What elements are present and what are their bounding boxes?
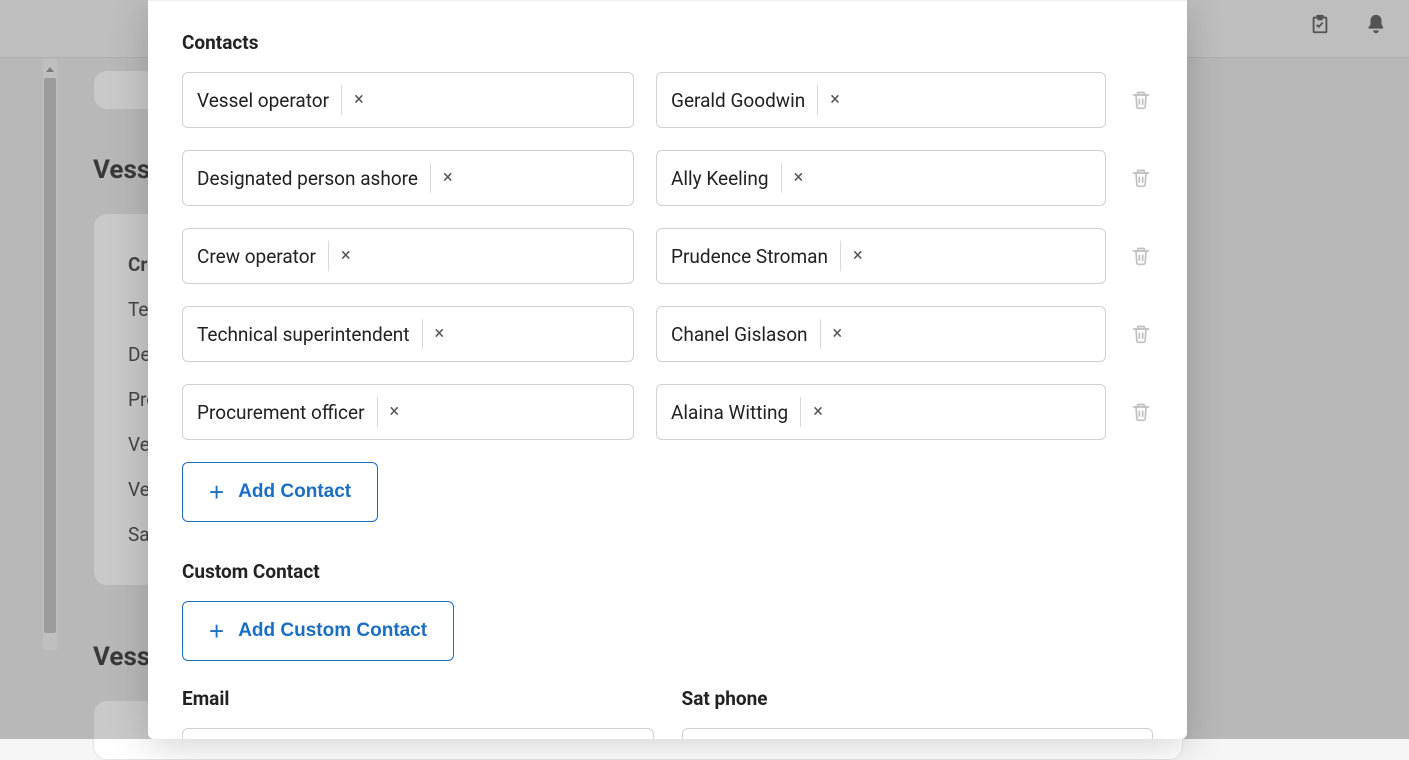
contact-person-select[interactable]: Prudence Stroman × [656,228,1106,284]
token-separator [377,397,378,427]
contact-row: Procurement officer × Alaina Witting × [182,384,1153,440]
contact-role-value: Technical superintendent [197,323,410,346]
token-separator [328,241,329,271]
token-separator [430,163,431,193]
clear-person-icon[interactable]: × [792,169,806,187]
clear-person-icon[interactable]: × [831,325,845,343]
contact-row: Crew operator × Prudence Stroman × [182,228,1153,284]
contact-person-value: Gerald Goodwin [671,89,805,112]
token-separator [820,319,821,349]
sat-phone-label: Sat phone [682,687,1154,710]
token-separator [800,397,801,427]
contact-person-select[interactable]: Gerald Goodwin × [656,72,1106,128]
clear-role-icon[interactable]: × [339,247,353,265]
contact-role-select[interactable]: Technical superintendent × [182,306,634,362]
contact-role-value: Vessel operator [197,89,329,112]
contact-role-value: Crew operator [197,245,316,268]
clear-role-icon[interactable]: × [441,169,455,187]
contact-person-select[interactable]: Alaina Witting × [656,384,1106,440]
add-contact-button[interactable]: + Add Contact [182,462,378,522]
contact-row: Designated person ashore × Ally Keeling × [182,150,1153,206]
clear-role-icon[interactable]: × [352,91,366,109]
contact-role-value: Designated person ashore [197,167,418,190]
contact-person-value: Ally Keeling [671,167,769,190]
clear-person-icon[interactable]: × [828,91,842,109]
token-separator [817,85,818,115]
email-input[interactable] [182,728,654,739]
clear-role-icon[interactable]: × [433,325,447,343]
contact-person-select[interactable]: Chanel Gislason × [656,306,1106,362]
edit-contacts-modal: Contacts Vessel operator × Gerald Goodwin ×… [148,0,1187,739]
contact-person-value: Alaina Witting [671,401,788,424]
delete-contact-button[interactable] [1128,167,1153,189]
add-custom-contact-button[interactable]: + Add Custom Contact [182,601,454,661]
delete-contact-button[interactable] [1128,401,1153,423]
contact-role-select[interactable]: Designated person ashore × [182,150,634,206]
delete-contact-button[interactable] [1128,245,1153,267]
contact-person-select[interactable]: Ally Keeling × [656,150,1106,206]
plus-icon: + [209,618,224,644]
token-separator [422,319,423,349]
clear-person-icon[interactable]: × [851,247,865,265]
plus-icon: + [209,479,224,505]
token-separator [341,85,342,115]
contact-row: Technical superintendent×Chanel Gislason… [182,306,1153,362]
contacts-section-label: Contacts [182,31,1153,54]
clear-role-icon[interactable]: × [388,403,402,421]
email-label: Email [182,687,654,710]
contact-person-value: Prudence Stroman [671,245,828,268]
sat-phone-input[interactable] [682,728,1154,739]
contact-person-value: Chanel Gislason [671,323,808,346]
contact-role-select[interactable]: Crew operator × [182,228,634,284]
delete-contact-button[interactable] [1128,323,1153,345]
token-separator [781,163,782,193]
add-contact-label: Add Contact [238,481,351,503]
contact-role-select[interactable]: Vessel operator × [182,72,634,128]
contact-role-value: Procurement officer [197,401,365,424]
add-custom-contact-label: Add Custom Contact [238,620,427,642]
contact-role-select[interactable]: Procurement officer × [182,384,634,440]
custom-contact-section-label: Custom Contact [182,560,1153,583]
contact-row: Vessel operator × Gerald Goodwin × [182,72,1153,128]
delete-contact-button[interactable] [1128,89,1153,111]
clear-person-icon[interactable]: × [811,403,825,421]
token-separator [840,241,841,271]
